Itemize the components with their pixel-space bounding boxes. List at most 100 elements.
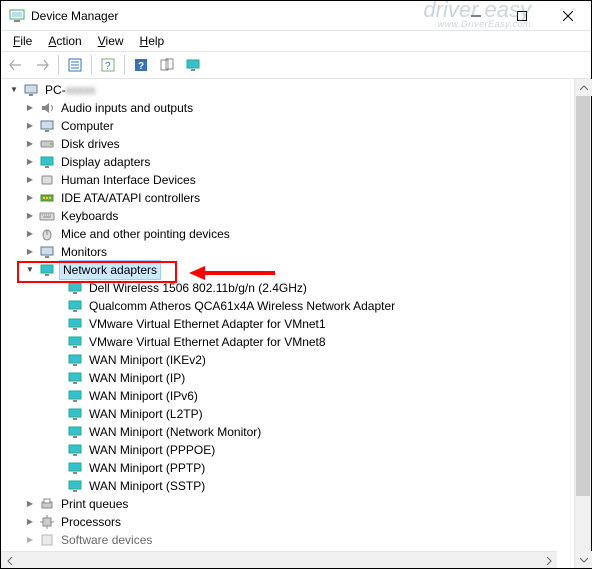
expand-arrow-icon[interactable] <box>23 189 37 207</box>
tree-item-audio[interactable]: Audio inputs and outputs <box>5 99 574 117</box>
mouse-icon <box>39 226 55 242</box>
network-adapter-icon <box>67 388 83 404</box>
expand-arrow-icon[interactable] <box>23 225 37 243</box>
network-adapter-icon <box>67 406 83 422</box>
tree-root[interactable]: PC-xxxxx <box>5 81 574 99</box>
scrollbar-thumb[interactable] <box>576 96 590 496</box>
tree-item-network-device[interactable]: VMware Virtual Ethernet Adapter for VMne… <box>5 333 574 351</box>
tree-item-label: Mice and other pointing devices <box>59 225 232 243</box>
network-adapter-icon <box>67 280 83 296</box>
minimize-button[interactable] <box>453 1 499 31</box>
expand-arrow-icon[interactable] <box>23 207 37 225</box>
tree-item-network-device[interactable]: WAN Miniport (Network Monitor) <box>5 423 574 441</box>
maximize-button[interactable] <box>499 1 545 31</box>
tree-item-network-device[interactable]: WAN Miniport (SSTP) <box>5 477 574 495</box>
network-adapter-icon <box>67 442 83 458</box>
expand-arrow-icon[interactable] <box>23 513 37 531</box>
tree-item-label: Human Interface Devices <box>59 171 198 189</box>
menu-help[interactable]: Help <box>132 32 173 50</box>
tree-item-network-device[interactable]: WAN Miniport (IKEv2) <box>5 351 574 369</box>
expand-arrow-icon[interactable] <box>23 243 37 261</box>
device-tree[interactable]: PC-xxxxx Audio inputs and outputs Comput… <box>1 79 574 568</box>
menu-view[interactable]: View <box>90 32 132 50</box>
tree-item-print-queues[interactable]: Print queues <box>5 495 574 513</box>
scroll-down-button[interactable] <box>575 551 592 568</box>
titlebar: Device Manager <box>1 1 591 31</box>
tree-item-label: WAN Miniport (SSTP) <box>87 477 207 495</box>
tree-item-label: Network adapters <box>59 260 161 280</box>
speaker-icon <box>39 100 55 116</box>
tree-item-label: VMware Virtual Ethernet Adapter for VMne… <box>87 333 328 351</box>
tree-item-label: Print queues <box>59 495 130 513</box>
tree-item-network-device[interactable]: WAN Miniport (PPTP) <box>5 459 574 477</box>
tree-item-display[interactable]: Display adapters <box>5 153 574 171</box>
tree-item-label: Qualcomm Atheros QCA61x4A Wireless Netwo… <box>87 297 397 315</box>
network-adapter-icon <box>67 478 83 494</box>
scroll-up-button[interactable] <box>575 79 592 96</box>
network-adapter-icon <box>67 352 83 368</box>
tree-item-network-device[interactable]: WAN Miniport (L2TP) <box>5 405 574 423</box>
toolbar-help-icon[interactable]: ? <box>96 53 120 77</box>
tree-item-label: Software devices <box>59 531 154 549</box>
display-icon <box>39 154 55 170</box>
tree-item-monitors[interactable]: Monitors <box>5 243 574 261</box>
network-adapter-icon <box>67 370 83 386</box>
tree-item-processors[interactable]: Processors <box>5 513 574 531</box>
network-adapter-icon <box>67 460 83 476</box>
tree-item-mice[interactable]: Mice and other pointing devices <box>5 225 574 243</box>
horizontal-scrollbar[interactable] <box>1 551 557 568</box>
tree-item-network-adapters[interactable]: Network adapters <box>5 261 574 279</box>
expand-arrow-icon[interactable] <box>23 171 37 189</box>
network-adapter-icon <box>67 298 83 314</box>
scroll-left-button[interactable] <box>1 552 18 568</box>
disk-icon <box>39 136 55 152</box>
app-icon <box>9 8 25 24</box>
menu-action[interactable]: Action <box>40 32 89 50</box>
toolbar: ? ? <box>1 51 591 79</box>
tree-item-label: WAN Miniport (IPv6) <box>87 387 200 405</box>
tree-item-network-device[interactable]: WAN Miniport (IP) <box>5 369 574 387</box>
network-icon <box>39 262 55 278</box>
tree-item-software-devices[interactable]: Software devices <box>5 531 574 549</box>
toolbar-properties-icon[interactable]: ? <box>129 53 153 77</box>
network-adapter-icon <box>67 316 83 332</box>
expand-arrow-icon[interactable] <box>23 261 37 279</box>
menu-file[interactable]: File <box>5 32 40 50</box>
tree-item-computer[interactable]: Computer <box>5 117 574 135</box>
toolbar-scan-icon[interactable] <box>155 53 179 77</box>
close-button[interactable] <box>545 1 591 31</box>
expand-arrow-icon[interactable] <box>23 117 37 135</box>
toolbar-detail-icon[interactable] <box>63 53 87 77</box>
tree-item-hid[interactable]: Human Interface Devices <box>5 171 574 189</box>
tree-item-label: WAN Miniport (IP) <box>87 369 187 387</box>
scroll-right-button[interactable] <box>540 552 557 568</box>
tree-item-network-device[interactable]: WAN Miniport (PPPOE) <box>5 441 574 459</box>
tree-item-label: WAN Miniport (PPPOE) <box>87 441 217 459</box>
expand-arrow-icon[interactable] <box>23 99 37 117</box>
ide-icon <box>39 190 55 206</box>
tree-item-network-device[interactable]: VMware Virtual Ethernet Adapter for VMne… <box>5 315 574 333</box>
tree-item-network-device[interactable]: WAN Miniport (IPv6) <box>5 387 574 405</box>
computer-icon <box>39 118 55 134</box>
tree-item-network-device[interactable]: Dell Wireless 1506 802.11b/g/n (2.4GHz) <box>5 279 574 297</box>
tree-item-network-device[interactable]: Qualcomm Atheros QCA61x4A Wireless Netwo… <box>5 297 574 315</box>
tree-item-label: WAN Miniport (L2TP) <box>87 405 205 423</box>
expand-arrow-icon[interactable] <box>23 135 37 153</box>
network-adapter-icon <box>67 334 83 350</box>
tree-item-keyboards[interactable]: Keyboards <box>5 207 574 225</box>
tree-item-label: IDE ATA/ATAPI controllers <box>59 189 202 207</box>
tree-item-label: WAN Miniport (PPTP) <box>87 459 207 477</box>
tree-item-disk[interactable]: Disk drives <box>5 135 574 153</box>
vertical-scrollbar[interactable] <box>574 79 591 568</box>
window-title: Device Manager <box>31 9 118 23</box>
expand-arrow-icon[interactable] <box>23 495 37 513</box>
toolbar-monitor-icon[interactable] <box>181 53 205 77</box>
network-adapter-icon <box>67 424 83 440</box>
expand-arrow-icon[interactable] <box>23 153 37 171</box>
tree-item-label: Audio inputs and outputs <box>59 99 195 117</box>
tree-item-ide[interactable]: IDE ATA/ATAPI controllers <box>5 189 574 207</box>
cpu-icon <box>39 514 55 530</box>
toolbar-separator <box>58 55 59 75</box>
expand-arrow-icon[interactable] <box>23 531 37 549</box>
expand-arrow-icon[interactable] <box>7 81 21 99</box>
